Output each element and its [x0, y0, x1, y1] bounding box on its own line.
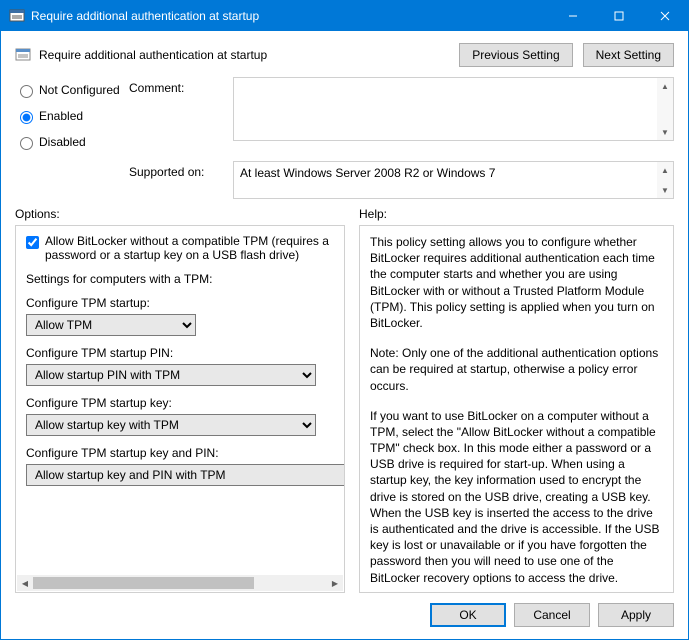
- state-not-configured[interactable]: Not Configured: [15, 77, 125, 103]
- maximize-button[interactable]: [596, 1, 642, 31]
- ok-button[interactable]: OK: [430, 603, 506, 627]
- apply-button[interactable]: Apply: [598, 603, 674, 627]
- help-panel: This policy setting allows you to config…: [359, 225, 674, 593]
- state-and-meta: Not Configured Enabled Disabled Comment:…: [1, 77, 688, 199]
- supported-on-field: At least Windows Server 2008 R2 or Windo…: [233, 161, 674, 199]
- radio-label: Disabled: [39, 135, 86, 149]
- next-setting-button[interactable]: Next Setting: [583, 43, 674, 67]
- cancel-button[interactable]: Cancel: [514, 603, 590, 627]
- radio-not-configured[interactable]: [20, 85, 33, 98]
- help-paragraph: This policy setting allows you to config…: [370, 234, 663, 331]
- policy-icon: [15, 47, 31, 63]
- close-button[interactable]: [642, 1, 688, 31]
- window-title: Require additional authentication at sta…: [31, 9, 550, 23]
- options-label: Options:: [15, 207, 345, 221]
- radio-label: Enabled: [39, 109, 83, 123]
- policy-editor-window: Require additional authentication at sta…: [0, 0, 689, 640]
- configure-tpm-pin-label: Configure TPM startup PIN:: [26, 346, 334, 360]
- help-paragraph: If you want to use BitLocker on a comput…: [370, 408, 663, 586]
- page-title: Require additional authentication at sta…: [39, 48, 449, 62]
- allow-no-tpm-checkbox[interactable]: [26, 236, 39, 249]
- section-labels: Options: Help:: [1, 199, 688, 223]
- configure-tpm-startup-label: Configure TPM startup:: [26, 296, 334, 310]
- state-disabled[interactable]: Disabled: [15, 129, 125, 155]
- configure-tpm-key-label: Configure TPM startup key:: [26, 396, 334, 410]
- help-paragraph: Note: Only one of the additional authent…: [370, 345, 663, 394]
- radio-label: Not Configured: [39, 83, 120, 97]
- configure-tpm-key-pin-label: Configure TPM startup key and PIN:: [26, 446, 334, 460]
- header-row: Require additional authentication at sta…: [1, 31, 688, 73]
- allow-no-tpm-row: Allow BitLocker without a compatible TPM…: [26, 234, 334, 262]
- allow-no-tpm-label: Allow BitLocker without a compatible TPM…: [45, 234, 334, 262]
- help-text[interactable]: This policy setting allows you to config…: [360, 226, 673, 592]
- radio-disabled[interactable]: [20, 137, 33, 150]
- configure-tpm-key-select[interactable]: Allow startup key with TPM: [26, 414, 316, 436]
- app-icon: [9, 8, 25, 24]
- previous-setting-button[interactable]: Previous Setting: [459, 43, 572, 67]
- comment-label: Comment:: [129, 77, 229, 155]
- options-panel: Allow BitLocker without a compatible TPM…: [15, 225, 345, 593]
- radio-enabled[interactable]: [20, 111, 33, 124]
- configure-tpm-key-pin-select[interactable]: Allow startup key and PIN with TPM: [26, 464, 344, 486]
- minimize-button[interactable]: [550, 1, 596, 31]
- titlebar: Require additional authentication at sta…: [1, 1, 688, 31]
- comment-textarea[interactable]: [233, 77, 674, 141]
- dialog-footer: OK Cancel Apply: [1, 593, 688, 639]
- state-enabled[interactable]: Enabled: [15, 103, 125, 129]
- supported-on-label: Supported on:: [129, 161, 229, 199]
- configure-tpm-pin-select[interactable]: Allow startup PIN with TPM: [26, 364, 316, 386]
- configure-tpm-startup-select[interactable]: Allow TPM: [26, 314, 196, 336]
- tpm-settings-heading: Settings for computers with a TPM:: [26, 272, 334, 286]
- help-label: Help:: [359, 207, 674, 221]
- panels: Allow BitLocker without a compatible TPM…: [1, 223, 688, 593]
